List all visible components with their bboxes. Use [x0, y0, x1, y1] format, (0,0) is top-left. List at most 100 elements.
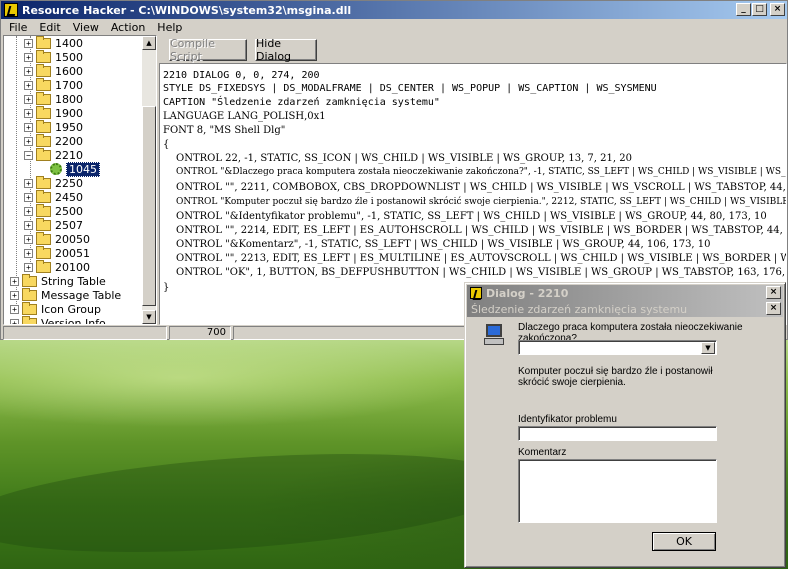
tree-item-1400[interactable]: + 1400 [24, 36, 83, 50]
folder-icon [36, 77, 51, 91]
tree-item-message-table[interactable]: + Message Table [10, 287, 121, 302]
tree-item-2450[interactable]: + 2450 [24, 189, 83, 204]
expand-icon[interactable]: + [24, 178, 33, 188]
computer-base-shape [484, 338, 504, 345]
tree-item-1045[interactable]: 1045 [50, 161, 100, 177]
tree-item-1700[interactable]: + 1700 [24, 77, 83, 92]
menu-edit[interactable]: Edit [33, 21, 66, 34]
dialog-outer-title-bar[interactable]: Dialog - 2210 × [467, 285, 783, 301]
tree-item-icon-group[interactable]: + Icon Group [10, 301, 101, 316]
tree-item-1950[interactable]: + 1950 [24, 119, 83, 134]
chevron-down-icon[interactable]: ▼ [701, 342, 715, 354]
problem-id-input[interactable] [518, 426, 717, 441]
tree-item-2250[interactable]: + 2250 [24, 175, 83, 190]
tree-item-label: 1500 [55, 50, 83, 64]
resource-tree[interactable]: + 1400 + 1500 + 1600 + 1700 + 1800 + 190… [3, 35, 157, 325]
menu-file[interactable]: File [3, 21, 33, 34]
expand-icon[interactable]: + [24, 38, 33, 48]
tree-item-label: 1800 [55, 92, 83, 106]
dialog-caption-bar[interactable]: Śledzenie zdarzeń zamknięcia systemu × [467, 301, 783, 317]
close-button[interactable]: × [770, 3, 785, 16]
tree-item-label: 2250 [55, 176, 83, 190]
tree-item-20100[interactable]: + 20100 [24, 259, 90, 274]
expand-icon[interactable]: + [24, 66, 33, 76]
expand-icon[interactable]: + [24, 192, 33, 202]
tree-item-1500[interactable]: + 1500 [24, 49, 83, 64]
collapse-icon[interactable]: − [24, 150, 33, 160]
code-line: CAPTION "Śledzenie zdarzeń zamknięcia sy… [163, 97, 440, 108]
tree-item-label: 1600 [55, 64, 83, 78]
tree-scrollbar[interactable]: ▲ ▼ [142, 36, 156, 324]
dialog-outer-close-button[interactable]: × [766, 286, 781, 299]
expand-icon[interactable]: + [24, 220, 33, 230]
folder-icon [36, 63, 51, 77]
tree-item-1800[interactable]: + 1800 [24, 91, 83, 106]
comment-label: Komentarz [518, 447, 567, 458]
reason-text: Komputer poczuł się bardzo źle i postano… [518, 366, 713, 388]
code-line: ONTROL "", 2211, COMBOBOX, CBS_DROPDOWNL… [176, 182, 787, 193]
expand-icon[interactable]: + [24, 262, 33, 272]
code-line: ONTROL "&Dlaczego praca komputera został… [176, 167, 786, 177]
compile-script-button[interactable]: Compile Script [169, 37, 247, 63]
folder-icon [36, 36, 51, 49]
folder-icon [36, 231, 51, 245]
gear-icon [50, 163, 62, 175]
folder-icon [36, 245, 51, 259]
folder-open-icon [36, 147, 51, 161]
expand-icon[interactable]: + [24, 122, 33, 132]
tree-item-20051[interactable]: + 20051 [24, 245, 90, 260]
tree-item-label: String Table [41, 274, 106, 288]
tree-item-1900[interactable]: + 1900 [24, 105, 83, 120]
minimize-button[interactable]: _ [736, 3, 751, 16]
code-line: ONTROL "&Identyfikator problemu", -1, ST… [176, 211, 767, 222]
tree-item-20050[interactable]: + 20050 [24, 231, 90, 246]
expand-icon[interactable]: + [24, 52, 33, 62]
folder-icon [22, 273, 37, 287]
tree-item-string-table[interactable]: + String Table [10, 273, 106, 288]
ok-button[interactable]: OK [652, 532, 716, 551]
expand-icon[interactable]: + [24, 108, 33, 118]
scroll-down-icon[interactable]: ▼ [142, 310, 156, 324]
scroll-thumb[interactable] [142, 106, 156, 306]
tree-item-version-info[interactable]: + Version Info [10, 315, 106, 324]
dialog-outer-title: Dialog - 2210 [486, 286, 569, 300]
tree-item-label: 2507 [55, 218, 83, 232]
tree-item-label: 1045 [66, 161, 100, 177]
menu-action[interactable]: Action [105, 21, 151, 34]
status-cell-empty [3, 326, 167, 340]
tree-item-2200[interactable]: + 2200 [24, 133, 83, 148]
expand-icon[interactable]: + [10, 276, 19, 286]
code-line: { [163, 139, 170, 150]
expand-icon[interactable]: + [24, 206, 33, 216]
expand-icon[interactable]: + [24, 248, 33, 258]
menu-view[interactable]: View [67, 21, 105, 34]
menu-help[interactable]: Help [151, 21, 188, 34]
code-line: ONTROL "&Komentarz", -1, STATIC, SS_LEFT… [176, 239, 711, 250]
tree-item-2507[interactable]: + 2507 [24, 217, 83, 232]
dialog-caption: Śledzenie zdarzeń zamknięcia systemu [471, 302, 688, 316]
tree-item-label: 1950 [55, 120, 83, 134]
code-line: 2210 DIALOG 0, 0, 274, 200 [163, 70, 320, 81]
scroll-up-icon[interactable]: ▲ [142, 36, 156, 50]
comment-textarea[interactable] [518, 459, 717, 523]
hide-dialog-button[interactable]: Hide Dialog [255, 37, 317, 63]
expand-icon[interactable]: + [24, 80, 33, 90]
reason-combobox[interactable]: ▼ [518, 340, 717, 355]
expand-icon[interactable]: + [10, 304, 19, 314]
title-bar[interactable]: Resource Hacker - C:\WINDOWS\system32\ms… [1, 1, 787, 19]
expand-icon[interactable]: + [10, 318, 19, 324]
expand-icon[interactable]: + [24, 94, 33, 104]
maximize-button[interactable]: □ [752, 3, 767, 16]
tree-item-2500[interactable]: + 2500 [24, 203, 83, 218]
expand-icon[interactable]: + [24, 234, 33, 244]
dialog-close-button[interactable]: × [766, 302, 781, 315]
tree-item-label: 2500 [55, 204, 83, 218]
tree-item-1600[interactable]: + 1600 [24, 63, 83, 78]
expand-icon[interactable]: + [24, 136, 33, 146]
tree-item-label: Icon Group [41, 302, 101, 316]
tree-item-2210[interactable]: − 2210 [24, 147, 83, 162]
expand-icon[interactable]: + [10, 290, 19, 300]
folder-icon [36, 91, 51, 105]
code-line: ONTROL "Komputer poczuł się bardzo źle i… [176, 197, 787, 207]
folder-icon [22, 301, 37, 315]
